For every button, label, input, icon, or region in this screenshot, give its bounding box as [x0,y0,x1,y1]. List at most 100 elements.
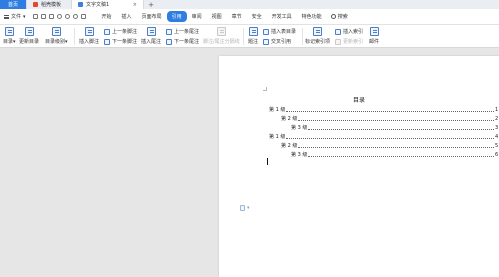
separator-line-icon [216,27,226,36]
toc-label: 目录▾ [3,39,16,45]
tab-document[interactable]: 文字文稿1 × [72,0,144,9]
toc-entry-label: 第 1 级 [269,134,286,140]
toc-entry-label: 第 1 级 [269,107,286,113]
tab-home-label: 首页 [7,2,18,8]
menu-tab[interactable]: 开发工具 [267,11,297,22]
caption-icon [248,27,258,36]
caption-label: 题注 [248,39,259,45]
cross-reference-icon [263,38,269,45]
print-preview-icon[interactable] [56,14,62,19]
update-index-button[interactable]: 更新索引 [335,38,363,45]
cross-reference-label: 交叉引用 [271,39,292,45]
next-endnote-button[interactable]: 下一条尾注 [166,38,199,45]
toc-entry[interactable]: 第 2 级 2 [281,115,498,122]
mail-button[interactable]: 邮件 [369,27,379,45]
insert-footnote-label: 插入脚注 [79,39,100,45]
chevron-down-icon[interactable]: ▾ [247,205,250,211]
footnote-icon [84,27,94,36]
wps-template-icon [33,2,38,7]
close-icon[interactable]: × [133,2,137,8]
undo-icon[interactable] [64,14,70,19]
prev-endnote-button[interactable]: 上一条尾注 [166,28,199,35]
menu-tab[interactable]: 页面布局 [137,11,167,22]
tab-template-label: 稻壳模板 [41,2,62,8]
prev-endnote-label: 上一条尾注 [174,29,200,35]
paragraph-layout-icon[interactable] [240,205,245,211]
update-toc-button[interactable]: 更新目录 [19,27,39,45]
update-index-label: 更新索引 [343,39,364,45]
menu-tab[interactable]: 插入 [117,11,137,22]
new-tab-button[interactable]: + [144,0,158,9]
insert-index-icon [335,28,341,35]
window-tab-bar: 首页 稻壳模板 文字文稿1 × + [0,0,499,9]
document-page[interactable]: 目录 第 1 级 1 第 2 级 2 第 3 级 3 第 1 级 4 第 2 级 5 第 3 级 6 [219,56,499,277]
redo-icon[interactable] [72,14,78,19]
insert-endnote-label: 插入尾注 [141,39,162,45]
insert-footnote-button[interactable]: 插入脚注 [79,27,99,45]
search-command[interactable]: 搜索 [330,13,348,20]
next-footnote-button[interactable]: 下一条脚注 [104,38,137,45]
toc-leader-dots [286,138,494,139]
insert-table-of-figures-button[interactable]: 插入表目录 [263,28,296,35]
mark-index-icon [313,27,322,36]
toc-entry-label: 第 3 级 [291,152,308,158]
save-icon[interactable] [32,14,38,19]
toc-entry-label: 第 2 级 [281,143,298,149]
menu-bar: 文件 ▾ 开始 插入 页面布局 引用 审阅 视图 章节 安全 开发工具 特色功能 搜索 [0,9,499,25]
menu-tab[interactable]: 章节 [227,11,247,22]
file-menu[interactable]: 文件 ▾ [0,13,30,20]
tab-home[interactable]: 首页 [0,0,27,9]
file-menu-label: 文件 [11,14,22,20]
chevron-down-icon: ▾ [23,13,26,20]
ribbon-separator [243,28,244,45]
footnote-separator-button[interactable]: 脚注/尾注分隔线 [203,27,240,45]
text-cursor [267,158,268,165]
update-toc-icon [24,27,34,36]
insert-endnote-button[interactable]: 插入尾注 [141,27,161,45]
print-icon[interactable] [48,14,54,19]
toc-entry-page: 2 [495,116,499,122]
toc-entry-label: 第 2 级 [281,116,298,122]
quick-access-toolbar [30,14,89,19]
prev-endnote-icon [166,28,172,35]
toc-button[interactable]: 目录▾ [3,27,16,45]
table-of-figures-icon [263,28,269,35]
menu-tab[interactable]: 特色功能 [297,11,327,22]
insert-index-label: 插入索引 [343,29,364,35]
menu-tab[interactable]: 视图 [207,11,227,22]
prev-footnote-label: 上一条脚注 [112,29,138,35]
menu-tab[interactable]: 引用 [166,11,187,22]
toc-entry[interactable]: 第 3 级 3 [291,124,498,131]
insert-index-button[interactable]: 插入索引 [335,28,363,35]
toc-entry[interactable]: 第 2 级 5 [281,142,498,149]
toc-icon [4,27,14,36]
menu-tab[interactable]: 开始 [97,11,117,22]
toc-entry[interactable]: 第 3 级 6 [291,151,498,158]
toc-entry-page: 4 [495,134,499,140]
update-index-icon [335,38,341,45]
mark-index-button[interactable]: 标记索引项 [305,27,330,45]
search-icon [330,14,336,19]
menu-tab[interactable]: 审阅 [187,11,207,22]
update-toc-label: 更新目录 [19,39,40,45]
margin-corner-mark [263,87,267,91]
next-footnote-icon [104,38,110,45]
tab-template[interactable]: 稻壳模板 [27,0,72,9]
menu-tab[interactable]: 安全 [247,11,267,22]
document-icon [78,2,83,7]
toc-entry[interactable]: 第 1 级 4 [269,133,498,140]
caption-button[interactable]: 题注 [248,27,258,45]
toc-entry[interactable]: 第 1 级 1 [269,106,498,113]
prev-footnote-button[interactable]: 上一条脚注 [104,28,137,35]
ribbon-separator [74,28,75,45]
ribbon-tabs: 开始 插入 页面布局 引用 审阅 视图 章节 安全 开发工具 特色功能 [97,11,327,22]
tab-document-label: 文字文稿1 [86,2,110,8]
export-pdf-icon[interactable] [40,14,46,19]
toc-level-button[interactable]: 目录级别▾ [45,27,68,45]
toc-leader-dots [286,111,494,112]
more-icon[interactable] [80,14,86,19]
ribbon-separator [302,28,303,45]
toc-leader-dots [298,147,494,148]
search-label: 搜索 [337,14,348,20]
cross-reference-button[interactable]: 交叉引用 [263,38,291,45]
